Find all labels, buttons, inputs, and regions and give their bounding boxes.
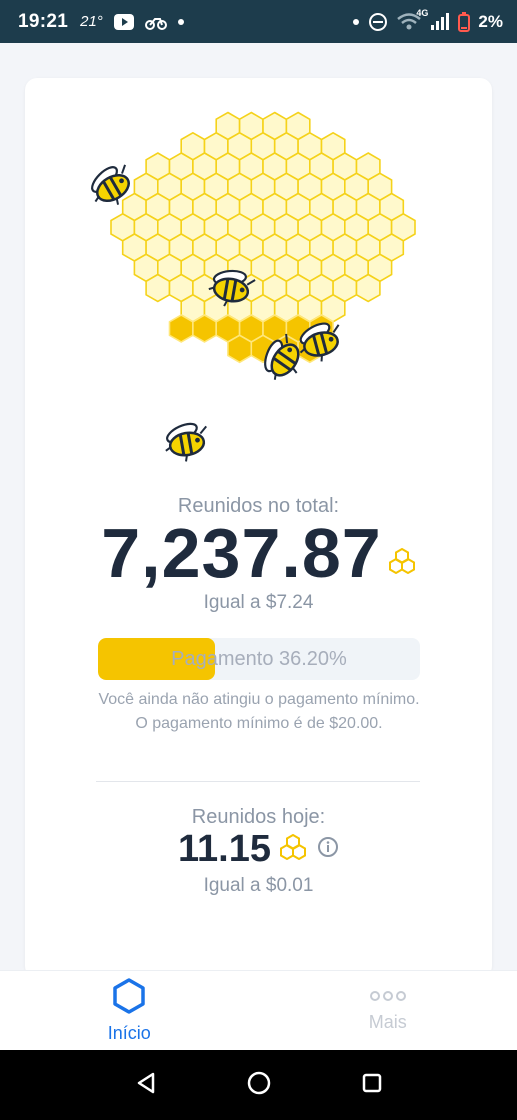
today-equal-value: Igual a $0.01 [203, 875, 314, 896]
hexagon-icon [112, 977, 146, 1019]
payment-progress-label: Pagamento 36.20% [171, 647, 347, 670]
weather-temperature: 21° [80, 13, 103, 30]
network-type: 4G [416, 7, 429, 18]
back-icon[interactable] [135, 1071, 157, 1100]
minimum-payment-notice: Você ainda não atingiu o pagamento mínim… [98, 691, 420, 732]
beehive-illustration [91, 111, 416, 462]
earnings-card: Reunidos no total: 7,237.87 Igual a $7.2… [25, 78, 492, 978]
divider [96, 781, 420, 782]
bee-icon [165, 422, 208, 462]
more-dots-icon [369, 989, 407, 1008]
status-bar: 19:21 21° 4G 2% [0, 0, 517, 43]
honeycomb-icon [279, 833, 307, 865]
notification-dot-icon [352, 18, 360, 26]
home-icon[interactable] [246, 1070, 272, 1101]
android-nav-bar [0, 1050, 517, 1120]
hive-cell [145, 273, 171, 303]
honeycomb-icon [388, 547, 416, 579]
honey-cell [227, 334, 253, 364]
signal-icon [430, 12, 450, 31]
today-row: 11.15 [25, 830, 492, 868]
total-value: 7,237.87 [101, 514, 382, 592]
motorcycle-icon [144, 13, 167, 31]
honey-cell [192, 314, 217, 343]
payment-progress-bar: Pagamento 36.20% [98, 638, 420, 680]
info-icon[interactable] [317, 836, 339, 863]
notification-dot-icon [177, 18, 185, 26]
today-label: Reunidos hoje: [191, 806, 326, 828]
recents-icon[interactable] [361, 1072, 383, 1099]
nav-label-mais: Mais [368, 1011, 407, 1032]
status-notifications: 21° [80, 12, 185, 32]
battery-level: 2% [478, 11, 503, 31]
today-value: 11.15 [178, 828, 271, 870]
nav-label-inicio: Início [107, 1022, 151, 1043]
bottom-nav: Início Mais [0, 970, 517, 1050]
honey-cell [168, 314, 194, 343]
battery-icon [458, 11, 471, 32]
total-equal-value: Igual a $7.24 [203, 592, 314, 613]
do-not-disturb-icon [368, 12, 388, 32]
hive-cell [355, 273, 381, 303]
wifi-icon: 4G [396, 8, 428, 32]
video-app-icon [113, 12, 135, 32]
total-row: 7,237.87 [25, 518, 492, 588]
status-system: 4G 2% [352, 8, 503, 32]
nav-item-mais[interactable]: Mais [259, 971, 517, 1050]
nav-item-inicio[interactable]: Início [0, 971, 259, 1050]
status-time: 19:21 [18, 10, 69, 32]
